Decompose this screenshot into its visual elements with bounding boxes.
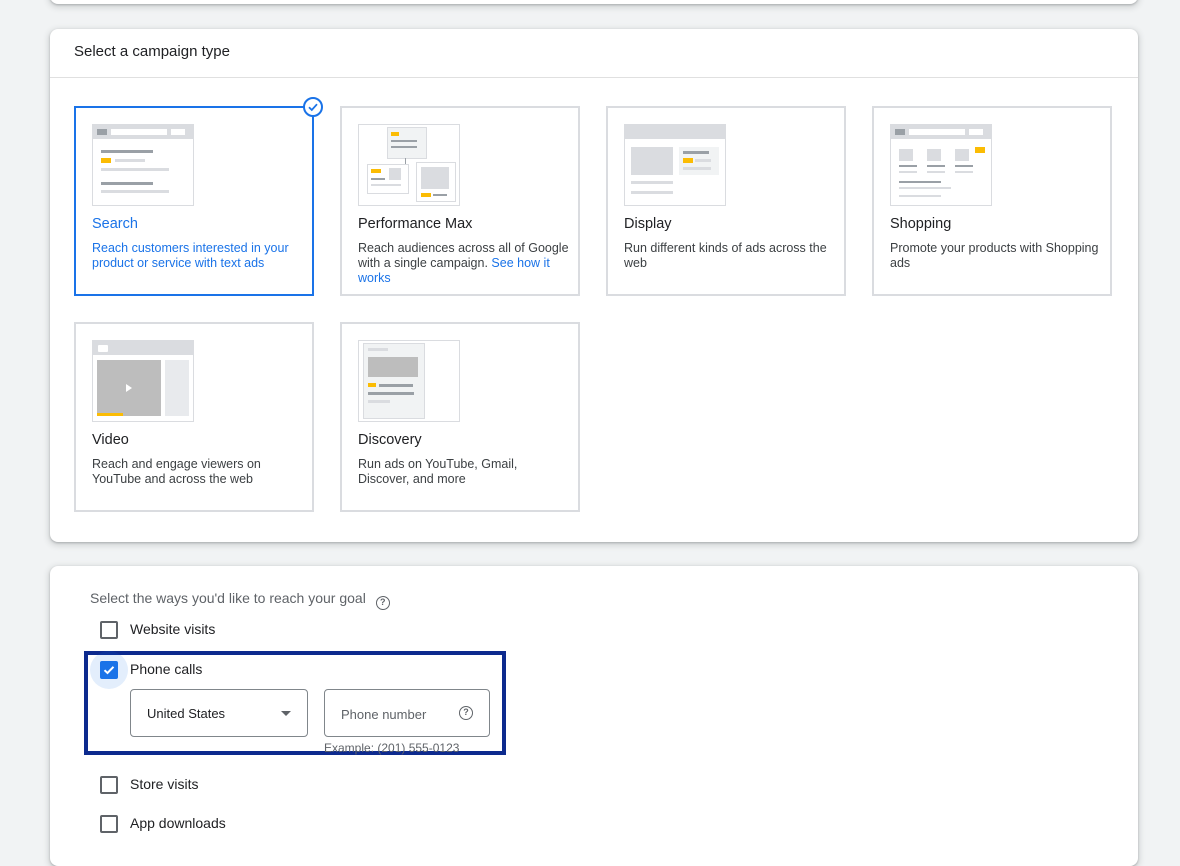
tile-name: Performance Max bbox=[358, 216, 473, 232]
campaign-type-card: Select a campaign type Search Reach cust… bbox=[50, 29, 1138, 542]
selected-check-icon bbox=[303, 97, 323, 117]
tile-description: Promote your products with Shopping ads bbox=[890, 241, 1099, 270]
tile-description: Run different kinds of ads across the we… bbox=[624, 241, 827, 270]
tile-name: Search bbox=[92, 216, 138, 232]
campaign-type-shopping[interactable]: Shopping Promote your products with Shop… bbox=[872, 106, 1112, 296]
phone-help-icon[interactable]: ? bbox=[459, 706, 473, 720]
goal-label-text: Select the ways you'd like to reach your… bbox=[90, 590, 366, 606]
tile-name: Video bbox=[92, 432, 129, 448]
option-label: Website visits bbox=[130, 621, 216, 637]
phone-number-input[interactable] bbox=[341, 704, 453, 724]
dropdown-arrow-icon bbox=[281, 711, 291, 716]
phone-example-hint: Example: (201) 555-0123 bbox=[324, 741, 460, 755]
display-thumbnail-icon bbox=[624, 124, 726, 206]
help-icon[interactable]: ? bbox=[375, 596, 390, 610]
tile-description: Reach and engage viewers on YouTube and … bbox=[92, 457, 261, 486]
tile-description: Reach customers interested in your produ… bbox=[92, 241, 289, 270]
checkbox-checked[interactable] bbox=[100, 661, 118, 679]
campaign-type-video[interactable]: Video Reach and engage viewers on YouTub… bbox=[74, 322, 314, 512]
tile-description: Reach audiences across all of Google wit… bbox=[358, 241, 570, 286]
campaign-type-search[interactable]: Search Reach customers interested in you… bbox=[74, 97, 323, 296]
option-label: Store visits bbox=[130, 776, 199, 792]
tile-name: Discovery bbox=[358, 432, 422, 448]
campaign-type-performance-max[interactable]: Performance Max Reach audiences across a… bbox=[340, 106, 580, 296]
option-label: App downloads bbox=[130, 815, 226, 831]
discovery-thumbnail-icon bbox=[358, 340, 460, 422]
campaign-type-title: Select a campaign type bbox=[74, 43, 230, 60]
country-select[interactable]: United States bbox=[130, 689, 308, 737]
checkbox[interactable] bbox=[100, 776, 118, 794]
checkbox[interactable] bbox=[100, 621, 118, 639]
goal-section-label: Select the ways you'd like to reach your… bbox=[90, 590, 390, 610]
tile-name: Display bbox=[624, 216, 672, 232]
card-divider bbox=[50, 77, 1138, 78]
video-thumbnail-icon bbox=[92, 340, 194, 422]
search-thumbnail-icon bbox=[92, 124, 194, 206]
campaign-type-discovery[interactable]: Discovery Run ads on YouTube, Gmail, Dis… bbox=[340, 322, 580, 512]
option-label: Phone calls bbox=[130, 661, 203, 677]
country-select-value: United States bbox=[147, 706, 226, 721]
checkmark-icon bbox=[103, 666, 115, 675]
previous-section-card bbox=[50, 0, 1138, 4]
goal-options-card: Select the ways you'd like to reach your… bbox=[50, 566, 1138, 866]
checkbox[interactable] bbox=[100, 815, 118, 833]
campaign-type-display[interactable]: Display Run different kinds of ads acros… bbox=[606, 106, 846, 296]
tile-name: Shopping bbox=[890, 216, 952, 232]
shopping-thumbnail-icon bbox=[890, 124, 992, 206]
phone-number-field[interactable]: ? bbox=[324, 689, 490, 737]
tile-description: Run ads on YouTube, Gmail, Discover, and… bbox=[358, 457, 518, 486]
performance-max-thumbnail-icon bbox=[358, 124, 460, 206]
